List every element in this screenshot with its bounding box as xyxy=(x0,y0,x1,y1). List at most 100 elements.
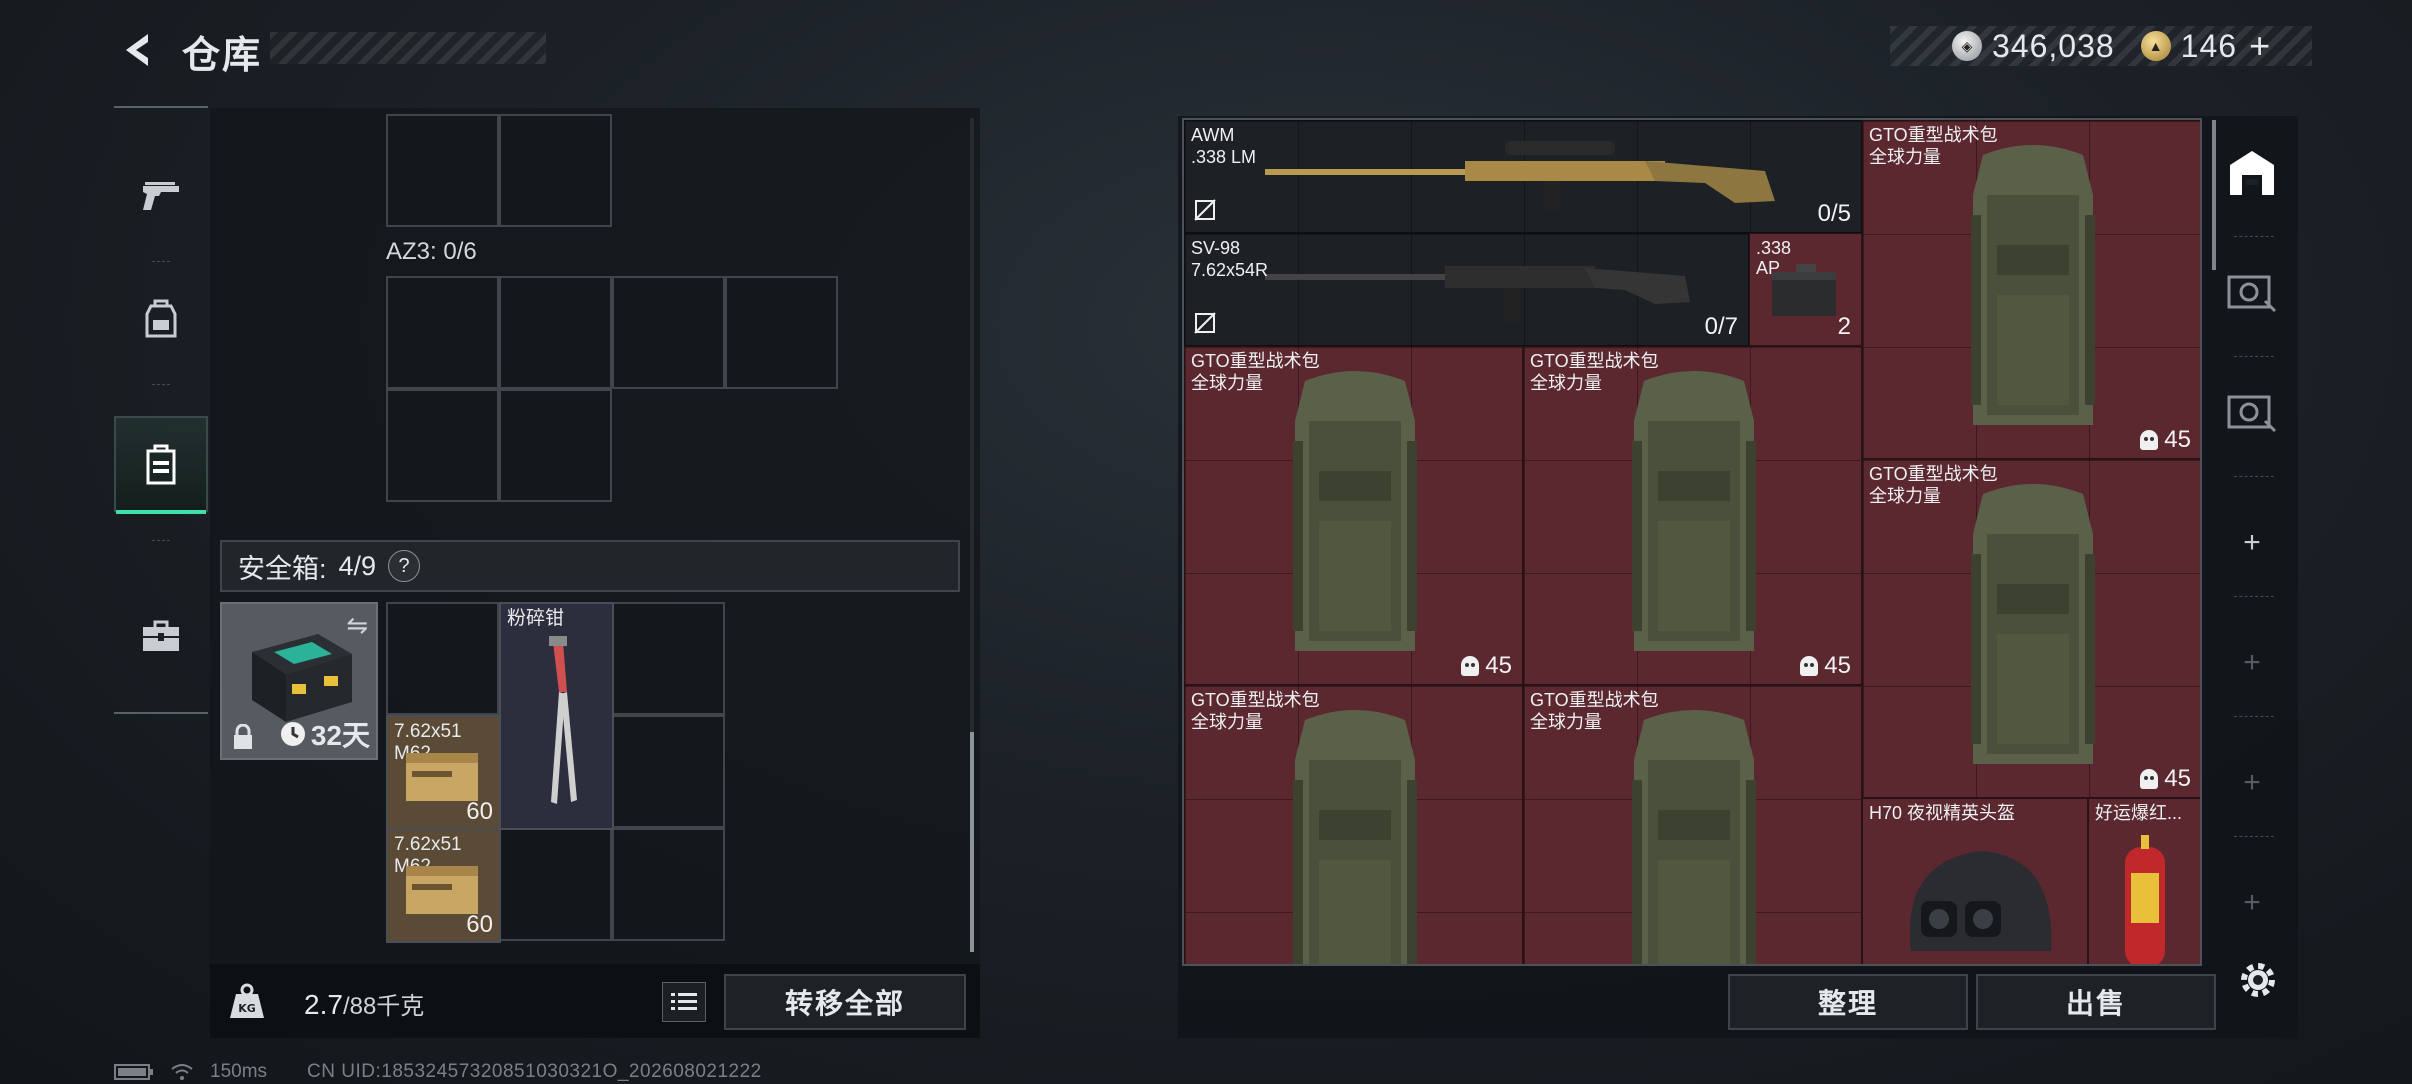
item-name: GTO重型战术包 xyxy=(1191,690,1320,710)
slot-cell[interactable] xyxy=(612,828,725,941)
warehouse-grid: AWM .338 LM 0/5 SV-98 7.62x54R 0/7 .338 … xyxy=(1182,118,2202,966)
item-name: GTO重型战术包 xyxy=(1530,690,1659,710)
backpack-icon xyxy=(1293,371,1417,651)
item-name: GTO重型战术包 xyxy=(1869,125,1998,145)
storage-tab-extra-1[interactable] xyxy=(2206,238,2298,348)
item-subtitle: 全球力量 xyxy=(1530,712,1602,732)
category-sidebar xyxy=(114,106,208,714)
item-name: 好运爆红... xyxy=(2095,803,2183,823)
slot-cell[interactable] xyxy=(386,114,499,227)
inventory-item-backpack[interactable]: GTO重型战术包 全球力量 45 xyxy=(1523,346,1862,685)
item-name: GTO重型战术包 xyxy=(1191,351,1320,371)
slot-cell[interactable] xyxy=(386,389,499,502)
slot-cell[interactable] xyxy=(499,114,612,227)
slot-cell[interactable] xyxy=(386,276,499,389)
ammo-count: 0/5 xyxy=(1817,200,1851,227)
slot-cell[interactable] xyxy=(499,389,612,502)
safe-box-header: 安全箱: 4/9 ? xyxy=(220,540,960,592)
currency-bar: ◈ 346,038 ▲ 146 + xyxy=(1890,25,2312,67)
slot-cell[interactable] xyxy=(612,602,725,715)
slot-cell[interactable] xyxy=(612,276,725,389)
ping-readout: 150ms xyxy=(210,1061,268,1082)
inventory-item-awm[interactable]: AWM .338 LM 0/5 xyxy=(1184,120,1862,233)
help-button[interactable]: ? xyxy=(388,550,421,582)
category-bags[interactable] xyxy=(114,270,208,366)
helmet-icon xyxy=(1909,851,2052,951)
inventory-item-ammo-box[interactable]: 7.62x51 M62 60 xyxy=(386,715,501,830)
item-subtitle: 全球力量 xyxy=(1869,486,1941,506)
inventory-item-helmet[interactable]: H70 夜视精英头盔 xyxy=(1862,798,2088,964)
category-weapons[interactable] xyxy=(114,148,208,244)
svg-text:KG: KG xyxy=(238,1002,256,1015)
item-count: 60 xyxy=(466,798,493,825)
safe-box-item[interactable]: ⇋ 32天 xyxy=(220,602,378,760)
item-count: 60 xyxy=(466,911,493,938)
gold-coin-icon: ▲ xyxy=(2140,31,2171,61)
page-title: 仓库 xyxy=(182,35,263,77)
inventory-item-backpack[interactable]: GTO重型战术包 全球力量 xyxy=(1184,685,1523,964)
sniper-rifle-icon xyxy=(1265,141,1775,211)
inventory-item-ammo-338[interactable]: .338 AP 2 xyxy=(1749,233,1862,346)
category-cases[interactable] xyxy=(114,588,208,684)
safe-box-count: 4/9 xyxy=(338,550,377,581)
slot-cell[interactable] xyxy=(499,828,612,941)
storage-tab-warehouse[interactable] xyxy=(2206,118,2298,228)
category-vests[interactable] xyxy=(114,416,208,514)
pistol-icon xyxy=(143,182,179,210)
item-name: SV-98 xyxy=(1191,238,1241,258)
plus-icon: + xyxy=(2243,526,2261,559)
inventory-item-pliers[interactable]: 粉碎钳 xyxy=(499,602,614,830)
item-count-group: 45 xyxy=(1461,652,1512,680)
ghost-icon xyxy=(1461,656,1480,676)
left-scrollbar[interactable] xyxy=(970,118,974,952)
inventory-item-backpack[interactable]: GTO重型战术包 全球力量 45 xyxy=(1862,120,2200,459)
add-storage-button[interactable]: + xyxy=(2206,608,2298,718)
slot-cell[interactable] xyxy=(386,602,499,715)
sidebar-separator xyxy=(2234,836,2274,837)
battery-icon xyxy=(114,1064,153,1080)
slot-cell[interactable] xyxy=(499,276,612,389)
sidebar-separator xyxy=(2234,356,2274,357)
ghost-icon xyxy=(1800,656,1819,676)
storage-sidebar: + + + + xyxy=(2206,118,2298,966)
inventory-item-backpack[interactable]: GTO重型战术包 全球力量 45 xyxy=(1862,459,2200,798)
pliers-icon xyxy=(549,636,577,804)
inventory-item-backpack[interactable]: GTO重型战术包 全球力量 xyxy=(1523,685,1862,964)
backpack-icon xyxy=(1293,710,1417,964)
item-subtitle: 全球力量 xyxy=(1869,147,1941,167)
back-button[interactable] xyxy=(112,24,164,76)
clock-icon xyxy=(280,722,305,746)
inventory-item-sv98[interactable]: SV-98 7.62x54R 0/7 xyxy=(1184,233,1749,346)
add-storage-button[interactable]: + xyxy=(2206,848,2298,958)
category-separator xyxy=(152,384,170,385)
item-name: .338 AP xyxy=(1756,238,1792,278)
storage-box-icon xyxy=(2227,275,2277,313)
slot-cell[interactable] xyxy=(725,276,838,389)
inventory-item-ammo-box[interactable]: 7.62x51 M62 60 xyxy=(386,828,501,943)
sidebar-separator xyxy=(2234,476,2274,477)
sort-button[interactable]: 整理 xyxy=(1728,974,1968,1030)
item-name: H70 夜视精英头盔 xyxy=(1869,803,2016,823)
settings-button[interactable] xyxy=(2234,956,2282,1004)
swap-icon[interactable]: ⇋ xyxy=(346,610,368,641)
ammo-crate-icon xyxy=(406,866,478,914)
item-count-group: 45 xyxy=(1800,652,1851,680)
item-count-group: 45 xyxy=(2140,426,2191,454)
item-name: AWM xyxy=(1191,125,1235,145)
add-storage-button[interactable]: + xyxy=(2206,728,2298,838)
slot-cell[interactable] xyxy=(612,715,725,828)
status-bar: 150ms CN UID:18532457320851030321O_20260… xyxy=(114,1060,762,1084)
vest-icon xyxy=(146,444,176,485)
backpack-icon xyxy=(1971,484,2095,764)
inventory-item-backpack[interactable]: GTO重型战术包 全球力量 45 xyxy=(1184,346,1523,685)
list-view-button[interactable] xyxy=(662,982,706,1022)
scrollbar-thumb[interactable] xyxy=(970,732,974,952)
storage-tab-extra-2[interactable] xyxy=(2206,358,2298,468)
gold-balance: 146 xyxy=(2180,27,2238,64)
transfer-all-button[interactable]: 转移全部 xyxy=(724,974,966,1030)
sell-button[interactable]: 出售 xyxy=(1976,974,2216,1030)
inventory-item-firecracker[interactable]: 好运爆红... xyxy=(2088,798,2200,964)
add-currency-button[interactable]: + xyxy=(2249,25,2270,67)
add-storage-button[interactable]: + xyxy=(2206,488,2298,598)
title-decoration xyxy=(270,32,546,64)
